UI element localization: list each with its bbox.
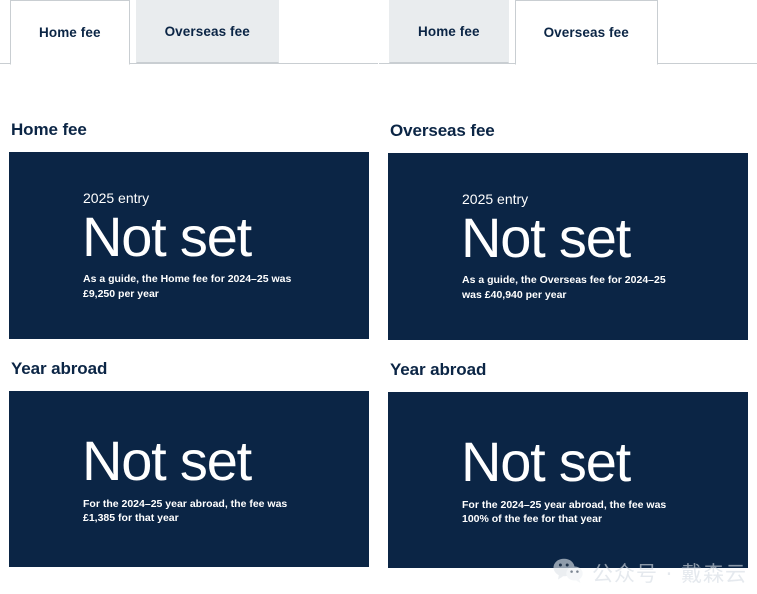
tab-overseas-fee-right[interactable]: Overseas fee [514,0,658,65]
section-heading-overseas-fee: Overseas fee [390,121,495,140]
tab-strip-right: Home fee Overseas fee [379,0,757,65]
fee-value: Not set [82,429,252,493]
tab-label: Overseas fee [543,25,629,40]
fee-value: Not set [82,205,252,269]
section-heading-year-abroad: Year abroad [390,360,487,379]
tab-label: Home fee [39,25,101,40]
tab-home-fee-left[interactable]: Home fee [10,0,130,65]
panel-right: Home fee Overseas fee Overseas fee 2025 … [379,0,757,594]
fee-value: Not set [461,430,631,494]
fee-card-overseas-fee: 2025 entry Not set As a guide, the Overs… [388,153,748,340]
fee-note: As a guide, the Overseas fee for 2024–25… [462,274,666,301]
panel-left: Home fee Overseas fee Home fee 2025 entr… [0,0,378,594]
section-heading-year-abroad: Year abroad [11,359,108,378]
tab-strip-left: Home fee Overseas fee [0,0,378,65]
fee-card-year-abroad: Not set For the 2024–25 year abroad, the… [388,392,748,568]
tab-label: Home fee [418,24,480,39]
tab-overseas-fee-left[interactable]: Overseas fee [135,0,279,63]
fee-note: For the 2024–25 year abroad, the fee was… [462,498,667,526]
fee-card-home-fee: 2025 entry Not set As a guide, the Home … [9,152,369,339]
fee-note: For the 2024–25 year abroad, the fee was… [83,497,288,525]
entry-year-label: 2025 entry [83,189,150,206]
panel-content-right: Overseas fee 2025 entry Not set As a gui… [379,64,757,568]
fee-note: As a guide, the Home fee for 2024–25 was… [83,273,292,300]
panel-content-left: Home fee 2025 entry Not set As a guide, … [0,64,378,567]
fee-card-year-abroad: Not set For the 2024–25 year abroad, the… [9,391,369,567]
section-heading-home-fee: Home fee [11,120,87,139]
fee-comparison-screen: Home fee Overseas fee Home fee 2025 entr… [0,0,757,594]
tab-home-fee-right[interactable]: Home fee [389,0,509,63]
tab-label: Overseas fee [164,24,250,39]
fee-value: Not set [461,206,631,270]
entry-year-label: 2025 entry [462,190,529,207]
panel-divider [378,0,379,594]
